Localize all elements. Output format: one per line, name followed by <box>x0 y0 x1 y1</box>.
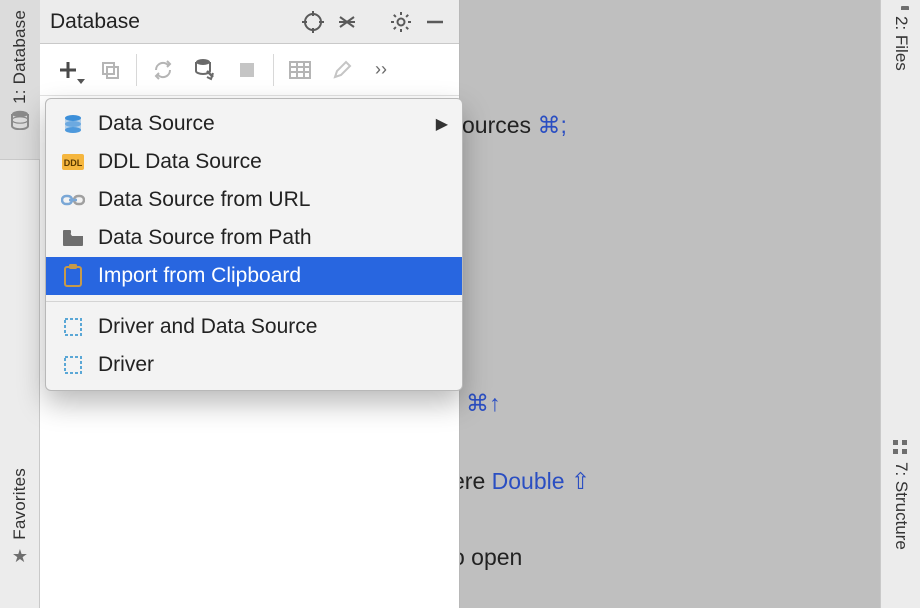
link-icon <box>60 187 86 213</box>
add-button[interactable] <box>48 50 88 90</box>
menu-item-label: DDL Data Source <box>98 150 262 174</box>
sidebar-tab-structure-label: 7: Structure <box>891 462 911 550</box>
menu-item-data-source[interactable]: Data Source ▶ <box>46 105 462 143</box>
menu-item-label: Data Source <box>98 112 215 136</box>
folder-icon <box>60 225 86 251</box>
menu-separator <box>46 301 462 302</box>
target-icon[interactable] <box>299 8 327 36</box>
editor-hint-shortcut: ⌘; <box>537 112 566 138</box>
more-button[interactable]: ›› <box>364 50 398 90</box>
clipboard-icon <box>60 263 86 289</box>
tool-window-header: Database <box>40 0 459 44</box>
gear-icon[interactable] <box>387 8 415 36</box>
menu-item-label: Data Source from Path <box>98 226 312 250</box>
menu-item-driver-and-data-source[interactable]: Driver and Data Source <box>46 308 462 346</box>
sidebar-tab-favorites[interactable]: Favorites ★ <box>0 458 40 608</box>
svg-text:DDL: DDL <box>64 158 83 168</box>
menu-item-data-source-path[interactable]: Data Source from Path <box>46 219 462 257</box>
add-datasource-menu: Data Source ▶ DDL DDL Data Source Data S… <box>45 98 463 391</box>
duplicate-button[interactable] <box>90 50 130 90</box>
driver-icon <box>60 352 86 378</box>
editor-background: ources ⌘; ⌘↑ ere Double ⇧ o open <box>462 0 880 608</box>
ddl-icon: DDL <box>60 149 86 175</box>
editor-hint-shortcut: Double ⇧ <box>492 468 591 494</box>
menu-item-label: Import from Clipboard <box>98 264 301 288</box>
menu-item-label: Data Source from URL <box>98 188 310 212</box>
stop-button[interactable] <box>227 50 267 90</box>
collapse-all-icon[interactable] <box>333 8 361 36</box>
menu-item-data-source-url[interactable]: Data Source from URL <box>46 181 462 219</box>
tool-window-title: Database <box>50 10 293 34</box>
database-icon <box>60 111 86 137</box>
chevron-right-icon: ▶ <box>436 114 448 134</box>
table-view-button[interactable] <box>280 50 320 90</box>
sidebar-tab-files-label: 2: Files <box>891 16 911 71</box>
structure-icon <box>893 440 909 456</box>
sidebar-tab-database[interactable]: 1: Database <box>0 0 40 160</box>
left-tool-strip: 1: Database Favorites ★ <box>0 0 40 608</box>
database-toolbar: ›› <box>40 44 459 96</box>
minimize-icon[interactable] <box>421 8 449 36</box>
edit-button[interactable] <box>322 50 362 90</box>
sidebar-tab-structure[interactable]: 7: Structure <box>881 430 920 560</box>
right-tool-strip: 2: Files 7: Structure <box>880 0 920 608</box>
menu-item-import-clipboard[interactable]: Import from Clipboard <box>46 257 462 295</box>
menu-item-driver[interactable]: Driver <box>46 346 462 384</box>
toolbar-separator <box>136 54 137 86</box>
sidebar-tab-favorites-label: Favorites <box>10 468 30 540</box>
star-icon: ★ <box>12 546 28 567</box>
editor-hint-shortcut: ⌘↑ <box>466 390 501 416</box>
datasource-properties-button[interactable] <box>185 50 225 90</box>
editor-hint-text: ources <box>462 112 537 138</box>
menu-item-ddl-data-source[interactable]: DDL DDL Data Source <box>46 143 462 181</box>
driver-icon <box>60 314 86 340</box>
sidebar-tab-files[interactable]: 2: Files <box>881 0 920 81</box>
menu-item-label: Driver and Data Source <box>98 315 317 339</box>
menu-item-label: Driver <box>98 353 154 377</box>
database-icon <box>11 110 29 130</box>
editor-hint-text: o open <box>452 544 522 570</box>
refresh-button[interactable] <box>143 50 183 90</box>
toolbar-separator <box>273 54 274 86</box>
sidebar-tab-database-label: 1: Database <box>10 10 30 104</box>
